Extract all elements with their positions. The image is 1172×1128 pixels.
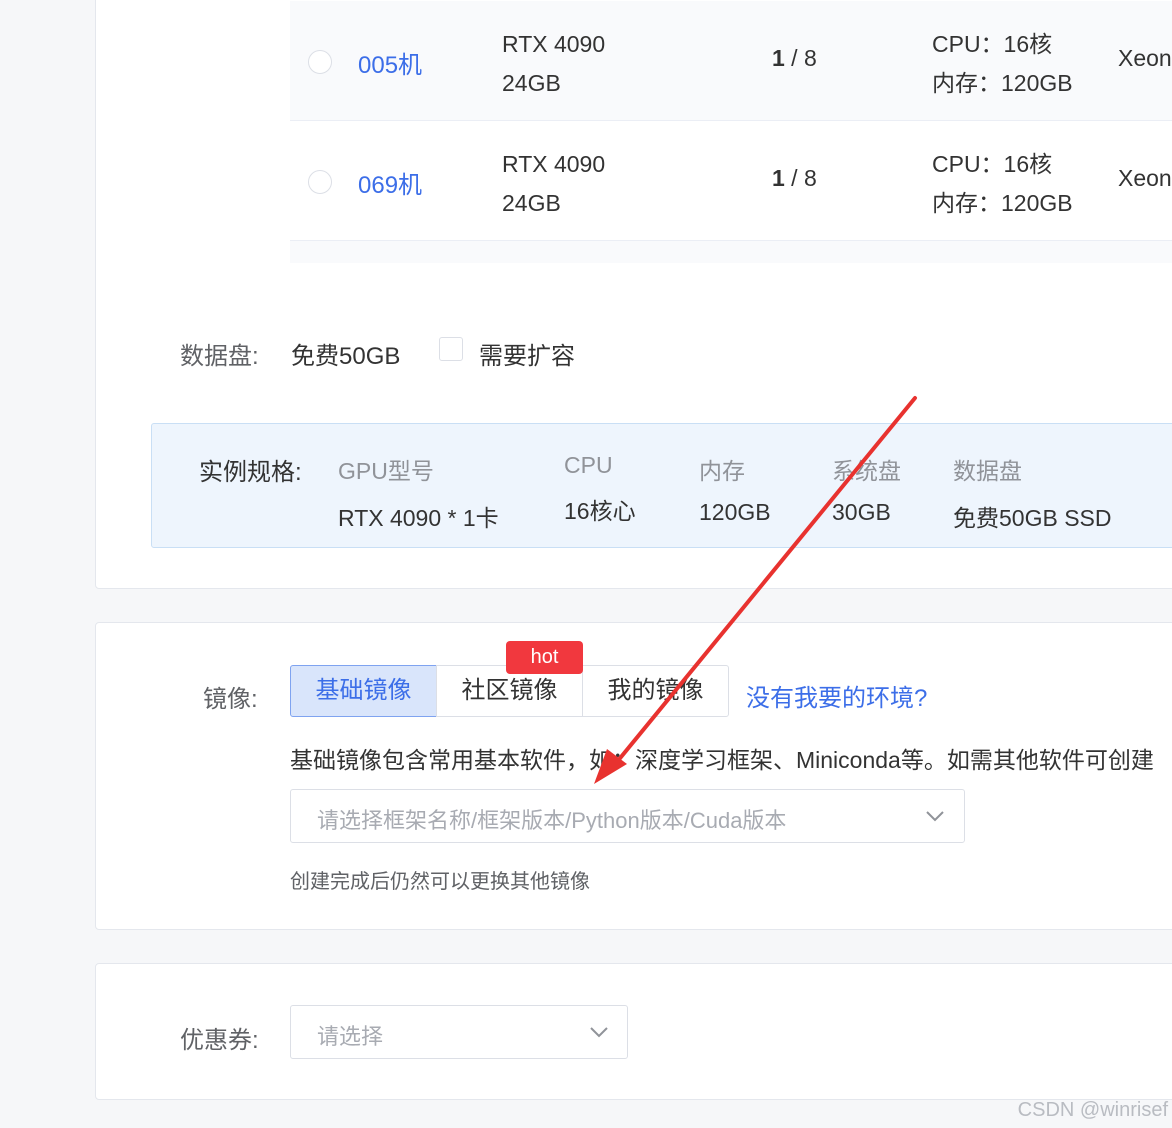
- instance-spec-label: 实例规格:: [199, 459, 302, 486]
- machine-radio[interactable]: [308, 170, 332, 194]
- data-disk-label: 数据盘:: [180, 343, 259, 370]
- spec-value: 120GB: [699, 499, 771, 525]
- spec-header: CPU: [564, 452, 613, 478]
- table-row-partial: [290, 241, 1172, 263]
- gpu-total-count: / 8: [784, 45, 817, 71]
- image-hint: 创建完成后仍然可以更换其他镜像: [290, 871, 590, 893]
- spec-data-disk: 数据盘 免费50GB SSD: [953, 452, 1112, 533]
- tab-my-image[interactable]: 我的镜像: [582, 665, 729, 717]
- instance-spec-box: 实例规格: GPU型号 RTX 4090 * 1卡 CPU 16核心 内存 12…: [151, 423, 1172, 548]
- cpu-spec: CPU：16核: [932, 151, 1053, 177]
- image-select-placeholder: 请选择框架名称/框架版本/Python版本/Cuda版本: [317, 808, 787, 833]
- gpu-free-count: 1: [772, 45, 785, 71]
- coupon-select[interactable]: 请选择: [290, 1005, 628, 1059]
- cpu-spec: CPU：16核: [932, 31, 1053, 57]
- expand-checkbox[interactable]: [439, 337, 463, 361]
- table-row[interactable]: 069机 RTX 4090 24GB 1 / 8 CPU：16核 内存：120G…: [290, 121, 1172, 241]
- spec-value: 16核心: [564, 498, 636, 524]
- chevron-down-icon: [590, 1027, 608, 1038]
- machine-radio[interactable]: [308, 50, 332, 74]
- gpu-model: RTX 4090: [502, 31, 606, 57]
- watermark: CSDN @winrisef: [1017, 1099, 1168, 1121]
- image-label: 镜像:: [203, 686, 258, 713]
- machine-name-link[interactable]: 069机: [358, 165, 422, 200]
- memory-spec: 内存：120GB: [932, 190, 1073, 216]
- cpu-model: Xeon: [1118, 165, 1172, 191]
- gpu-count: 1 / 8: [772, 165, 817, 192]
- spec-header: GPU型号: [338, 458, 434, 484]
- image-select[interactable]: 请选择框架名称/框架版本/Python版本/Cuda版本: [290, 789, 965, 843]
- cpu-mem-cell: CPU：16核 内存：120GB: [932, 145, 1073, 223]
- spec-value: 30GB: [832, 499, 891, 525]
- spec-gpu: GPU型号 RTX 4090 * 1卡: [338, 452, 499, 533]
- spec-header: 内存: [699, 458, 745, 484]
- chevron-down-icon: [926, 811, 944, 822]
- coupon-label: 优惠券:: [180, 1027, 259, 1054]
- coupon-card: 优惠券: 请选择: [95, 963, 1172, 1100]
- cpu-mem-cell: CPU：16核 内存：120GB: [932, 25, 1073, 103]
- spec-header: 系统盘: [832, 458, 901, 484]
- machine-name-link[interactable]: 005机: [358, 45, 422, 80]
- hot-badge: hot: [506, 641, 583, 674]
- spec-value: RTX 4090 * 1卡: [338, 505, 499, 531]
- gpu-total-count: / 8: [784, 165, 817, 191]
- gpu-cell: RTX 4090 24GB: [502, 25, 605, 103]
- cpu-model: Xeon: [1118, 45, 1172, 71]
- gpu-model: RTX 4090: [502, 151, 606, 177]
- spec-value: 免费50GB SSD: [953, 505, 1112, 531]
- expand-checkbox-label[interactable]: 需要扩容: [479, 336, 575, 371]
- spec-cpu: CPU 16核心: [564, 452, 636, 526]
- image-description: 基础镜像包含常用基本软件，如：深度学习框架、Miniconda等。如需其他软件可…: [290, 747, 1154, 773]
- data-disk-value: 免费50GB: [291, 343, 401, 370]
- gpu-count: 1 / 8: [772, 45, 817, 72]
- gpu-memory: 24GB: [502, 190, 561, 216]
- image-card: 镜像: 基础镜像 社区镜像 我的镜像 hot 没有我要的环境? 基础镜像包含常用…: [95, 622, 1172, 930]
- tab-basic-image[interactable]: 基础镜像: [290, 665, 437, 717]
- no-env-link[interactable]: 没有我要的环境?: [746, 678, 927, 713]
- gpu-free-count: 1: [772, 165, 785, 191]
- table-row[interactable]: 005机 RTX 4090 24GB 1 / 8 CPU：16核 内存：120G…: [290, 1, 1172, 121]
- memory-spec: 内存：120GB: [932, 70, 1073, 96]
- machine-config-card: 005机 RTX 4090 24GB 1 / 8 CPU：16核 内存：120G…: [95, 0, 1172, 589]
- spec-memory: 内存 120GB: [699, 452, 771, 526]
- gpu-cell: RTX 4090 24GB: [502, 145, 605, 223]
- spec-system-disk: 系统盘 30GB: [832, 452, 901, 526]
- coupon-select-placeholder: 请选择: [317, 1024, 384, 1049]
- spec-header: 数据盘: [953, 458, 1022, 484]
- gpu-memory: 24GB: [502, 70, 561, 96]
- machine-table: 005机 RTX 4090 24GB 1 / 8 CPU：16核 内存：120G…: [290, 1, 1172, 263]
